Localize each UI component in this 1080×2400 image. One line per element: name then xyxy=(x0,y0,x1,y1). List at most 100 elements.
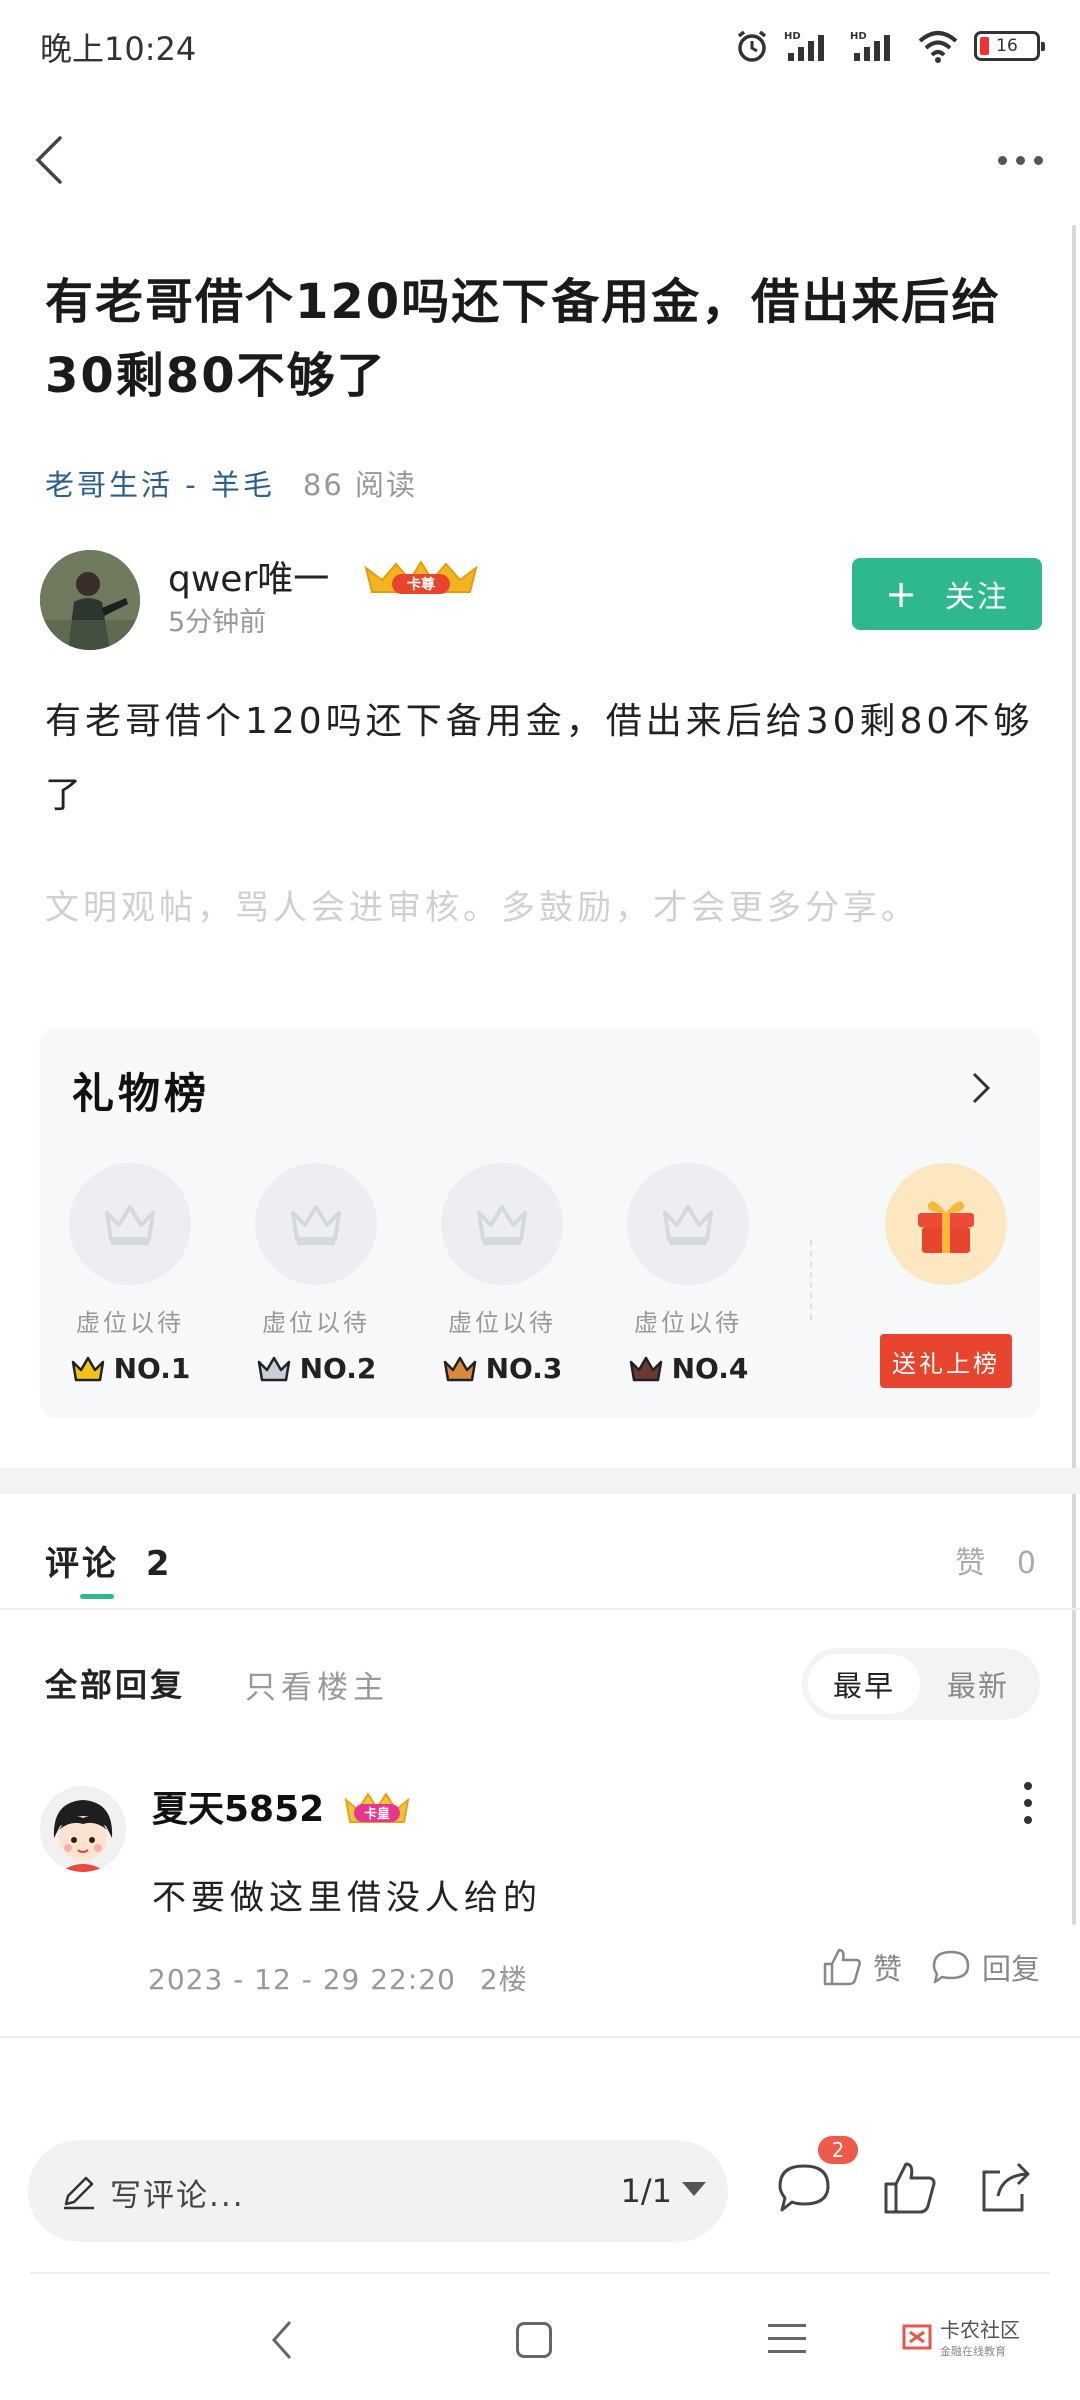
author-badge-text: 卡尊 xyxy=(407,576,435,593)
comment-like-label: 赞 xyxy=(872,1952,902,1986)
comment-icon[interactable] xyxy=(776,2160,832,2216)
status-icons: HD HD 16 xyxy=(734,28,1045,64)
commenter-name[interactable]: 夏天5852 xyxy=(152,1780,324,1832)
gift-rank-label: NO.2 xyxy=(299,1352,377,1385)
post-meta: 老哥生活 - 羊毛 86 阅读 xyxy=(45,462,417,504)
comments-tab-label: 评论 xyxy=(45,1544,119,1584)
watermark-logo-icon xyxy=(902,2324,932,2349)
crown-placeholder-icon xyxy=(441,1163,563,1285)
pencil-icon xyxy=(64,2176,94,2210)
sort-toggle: 最早 最新 xyxy=(802,1648,1040,1720)
gift-slot-placeholder: 虚位以待 xyxy=(262,1309,370,1337)
likes-label: 赞 xyxy=(955,1546,990,1581)
comment-meta: 2023 - 12 - 29 22:20 2楼 xyxy=(148,1958,528,1998)
author-avatar[interactable] xyxy=(40,550,140,650)
section-divider xyxy=(0,1468,1080,1494)
gift-slot[interactable]: 虚位以待 NO.4 xyxy=(626,1163,750,1385)
crown-icon xyxy=(443,1356,476,1381)
gift-rank: NO.1 xyxy=(68,1352,192,1385)
watermark-main: 卡农社区 xyxy=(940,2318,1020,2342)
reply-bubble-icon xyxy=(932,1950,970,1984)
gift-rank-label: NO.3 xyxy=(485,1352,563,1385)
gift-slot[interactable]: 虚位以待 NO.1 xyxy=(68,1163,192,1385)
gift-box-icon[interactable] xyxy=(885,1163,1007,1285)
crown-icon xyxy=(629,1356,662,1381)
comment-time: 2023 - 12 - 29 22:20 xyxy=(148,1963,456,1996)
comment-floor: 2楼 xyxy=(479,1963,528,1996)
gift-slot[interactable]: 虚位以待 NO.2 xyxy=(254,1163,378,1385)
commenter-avatar[interactable] xyxy=(40,1786,126,1872)
signal-hd-icon: HD xyxy=(784,31,824,61)
battery-icon: 16 xyxy=(974,31,1045,61)
system-home-icon[interactable] xyxy=(516,2322,552,2358)
more-dots-icon[interactable] xyxy=(990,140,1050,180)
commenter-level-badge: 卡皇 xyxy=(342,1786,412,1830)
comment-actions: 赞 回复 xyxy=(821,1946,1040,1988)
tab-active-indicator xyxy=(80,1594,114,1599)
top-nav xyxy=(0,110,1080,210)
gift-slot-placeholder: 虚位以待 xyxy=(448,1309,556,1337)
gift-slot-placeholder: 虚位以待 xyxy=(634,1309,742,1337)
plus-icon: + xyxy=(885,572,919,616)
svg-text:HD: HD xyxy=(784,31,801,42)
follow-button[interactable]: + 关注 xyxy=(852,558,1042,630)
tab-comments[interactable]: 评论 2 xyxy=(45,1536,173,1585)
comment-more-icon[interactable] xyxy=(1022,1782,1034,1824)
comment-reply-button[interactable]: 回复 xyxy=(930,1946,1040,1988)
author-level-badge: 卡尊 xyxy=(362,558,480,602)
sort-latest-button[interactable]: 最新 xyxy=(928,1654,1028,1714)
system-back-icon[interactable] xyxy=(268,2318,298,2362)
caret-down-icon[interactable] xyxy=(682,2182,706,2196)
gift-rank: NO.3 xyxy=(440,1352,564,1385)
system-menu-icon[interactable] xyxy=(768,2324,806,2353)
post-body: 有老哥借个120吗还下备用金，借出来后给30剩80不够了 xyxy=(45,701,1034,816)
gift-rank-label: NO.1 xyxy=(113,1352,191,1385)
bottom-action-bar: 写评论... 1/1 2 xyxy=(0,2122,1080,2262)
gift-divider xyxy=(810,1240,812,1320)
read-count: 86 阅读 xyxy=(302,468,418,502)
svg-text:HD: HD xyxy=(850,31,867,42)
alarm-icon xyxy=(737,30,767,62)
author-name[interactable]: qwer唯一 xyxy=(168,550,329,602)
post-title: 有老哥借个120吗还下备用金，借出来后给30剩80不够了 xyxy=(45,274,1002,404)
commenter-badge-text: 卡皇 xyxy=(364,1806,390,1822)
filter-all-replies[interactable]: 全部回复 xyxy=(45,1660,185,1706)
share-icon[interactable] xyxy=(976,2158,1036,2218)
gift-rank-label: NO.4 xyxy=(671,1352,749,1385)
signal-hd-icon: HD xyxy=(850,31,890,61)
write-comment-placeholder: 写评论... xyxy=(110,2178,245,2214)
thumbs-up-icon[interactable] xyxy=(880,2158,940,2218)
gift-slot[interactable]: 虚位以待 NO.3 xyxy=(440,1163,564,1385)
post-time: 5分钟前 xyxy=(168,607,267,638)
tab-likes[interactable]: 赞 0 xyxy=(955,1538,1040,1582)
filter-op-only[interactable]: 只看楼主 xyxy=(245,1662,389,1707)
comment-item: 夏天5852 卡皇 不要做这里借没人给的 2023 - 12 - 29 22:2… xyxy=(0,1770,1080,2038)
system-nav-bar: 卡农社区 金融在线教育 xyxy=(0,2280,1080,2400)
crown-placeholder-icon xyxy=(69,1163,191,1285)
comments-header: 评论 2 赞 0 xyxy=(0,1494,1080,1610)
comment-reply-label: 回复 xyxy=(981,1952,1040,1986)
gift-rank: NO.2 xyxy=(254,1352,378,1385)
wifi-icon xyxy=(918,31,958,63)
follow-label: 关注 xyxy=(944,580,1009,615)
status-time: 晚上10:24 xyxy=(40,30,197,68)
gift-board-title: 礼物榜 xyxy=(72,1069,211,1118)
likes-count: 0 xyxy=(1016,1546,1040,1581)
sort-earliest-button[interactable]: 最早 xyxy=(808,1654,920,1714)
page-indicator[interactable]: 1/1 xyxy=(621,2172,673,2210)
crown-icon xyxy=(257,1356,290,1381)
post-category-link[interactable]: 老哥生活 - 羊毛 xyxy=(45,462,275,504)
crown-icon xyxy=(71,1356,104,1381)
author-row: qwer唯一 卡尊 5分钟前 + 关注 xyxy=(40,550,1042,650)
back-chevron-icon[interactable] xyxy=(20,128,84,192)
chevron-right-icon[interactable] xyxy=(960,1068,1000,1108)
comment-like-button[interactable]: 赞 xyxy=(821,1946,902,1988)
send-gift-button[interactable]: 送礼上榜 xyxy=(880,1334,1012,1388)
battery-level: 16 xyxy=(996,36,1018,56)
comments-count: 2 xyxy=(145,1544,173,1584)
write-comment-input[interactable]: 写评论... 1/1 xyxy=(28,2140,728,2242)
comment-filter-row: 全部回复 只看楼主 最早 最新 xyxy=(0,1640,1080,1720)
bottom-divider xyxy=(30,2272,1050,2274)
status-bar: 晚上10:24 HD HD 16 xyxy=(0,0,1080,90)
civility-note: 文明观帖，骂人会进审核。多鼓励，才会更多分享。 xyxy=(45,888,919,928)
